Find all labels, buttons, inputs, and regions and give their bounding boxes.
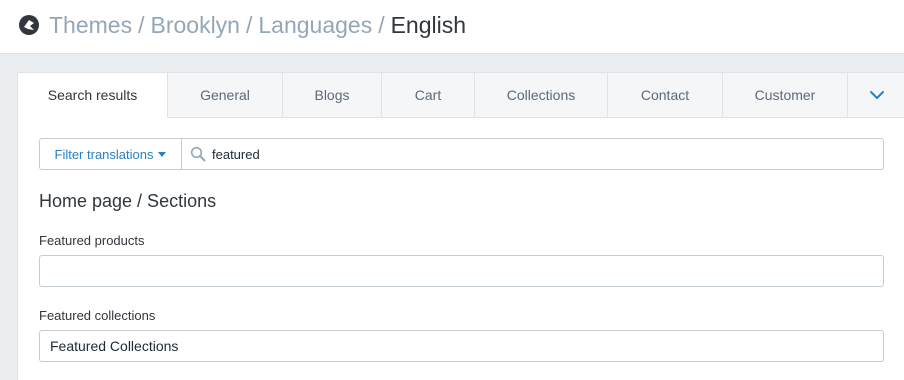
breadcrumb-separator: /: [378, 12, 385, 38]
search-input[interactable]: [212, 146, 883, 162]
tab-general[interactable]: General: [167, 73, 282, 118]
tab-bar: Search results General Blogs Cart Collec…: [18, 73, 904, 118]
breadcrumb-current: English: [390, 12, 467, 38]
section-title: Home page / Sections: [39, 191, 217, 211]
breadcrumb-separator: /: [138, 12, 145, 38]
breadcrumb-languages[interactable]: Languages: [258, 12, 372, 38]
filter-row: Filter translations: [39, 138, 884, 170]
search-icon: [190, 146, 206, 162]
tab-cart[interactable]: Cart: [381, 73, 474, 118]
breadcrumb: Themes / Brooklyn / Languages / English: [49, 11, 466, 39]
search-box[interactable]: [182, 138, 884, 170]
featured-collections-input[interactable]: [39, 330, 884, 362]
featured-products-input[interactable]: [39, 255, 884, 287]
top-bar: Themes / Brooklyn / Languages / English: [0, 0, 904, 54]
filter-translations-button[interactable]: Filter translations: [39, 138, 182, 170]
chevron-down-icon: [869, 91, 884, 99]
tab-blogs[interactable]: Blogs: [282, 73, 381, 118]
breadcrumb-themes[interactable]: Themes: [49, 12, 132, 38]
tab-collections[interactable]: Collections: [474, 73, 607, 118]
featured-products-label: Featured products: [39, 233, 145, 248]
tab-search-results[interactable]: Search results: [18, 73, 167, 118]
breadcrumb-separator: /: [245, 12, 253, 38]
caret-down-icon: [158, 151, 167, 157]
filter-translations-label: Filter translations: [54, 146, 154, 162]
breadcrumb-brooklyn[interactable]: Brooklyn: [150, 12, 239, 38]
tab-contact[interactable]: Contact: [607, 73, 722, 118]
featured-collections-label: Featured collections: [39, 308, 156, 323]
tab-customer[interactable]: Customer: [722, 73, 847, 118]
shopify-logo-icon[interactable]: [18, 14, 40, 36]
more-tabs-button[interactable]: [847, 73, 904, 118]
translations-card: Search results General Blogs Cart Collec…: [17, 72, 904, 380]
